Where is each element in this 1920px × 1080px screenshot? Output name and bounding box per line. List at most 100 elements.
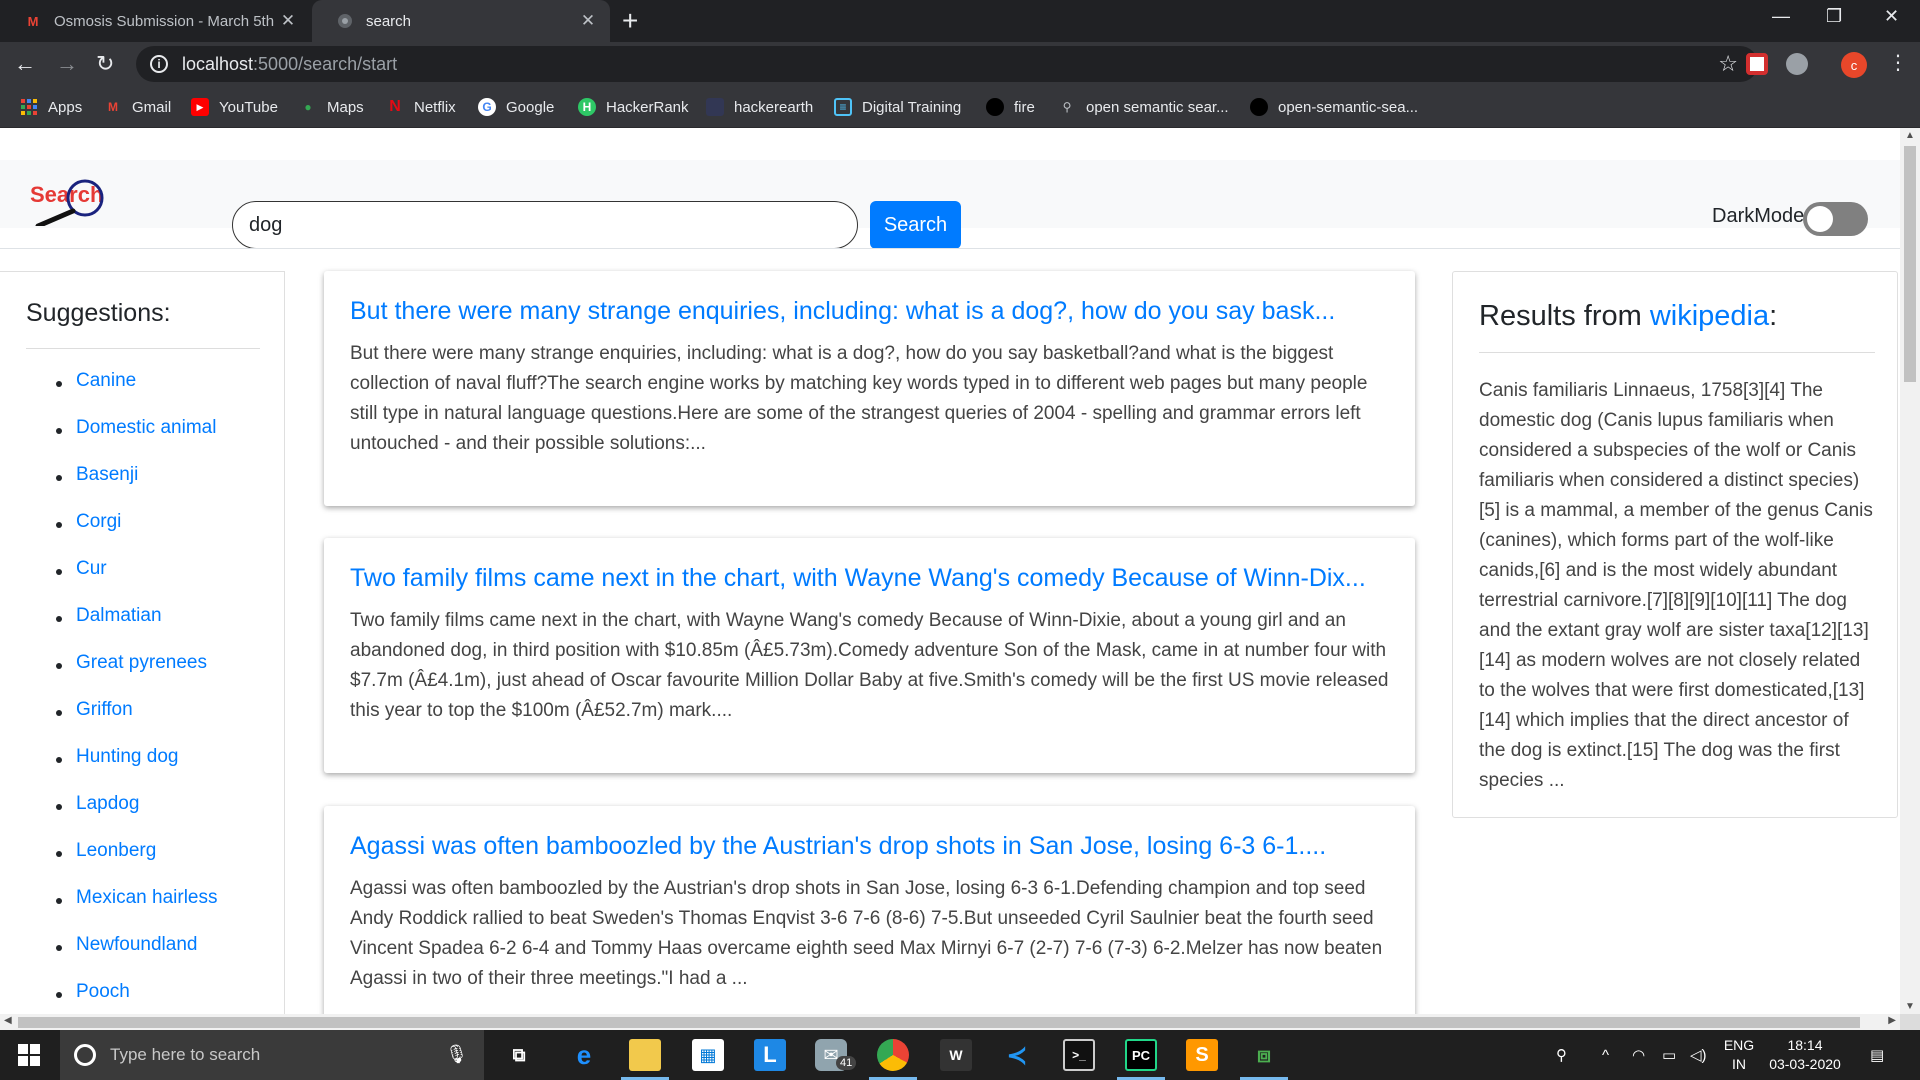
sublime-icon[interactable]: S — [1186, 1039, 1218, 1071]
suggestion-link[interactable]: Great pyrenees — [0, 652, 218, 699]
show-hidden-icons-chevron[interactable]: ^ — [1602, 1030, 1609, 1080]
suggestion-link[interactable]: Corgi — [0, 511, 218, 558]
bookmark-apps[interactable]: Apps — [20, 86, 82, 128]
bookmark-open-semantic-search[interactable]: ⚲ open semantic sear... — [1058, 86, 1229, 128]
store-icon[interactable]: ▦ — [692, 1039, 724, 1071]
new-tab-button[interactable]: + — [622, 6, 638, 36]
scroll-left-arrow-icon[interactable]: ◀ — [4, 1015, 12, 1026]
terminal-icon[interactable]: >_ — [1063, 1039, 1095, 1071]
horizontal-scroll-thumb[interactable] — [18, 1017, 1860, 1028]
suggestion-link[interactable]: Griffon — [0, 699, 218, 746]
menu-kebab-icon[interactable]: ⋮ — [1888, 50, 1908, 75]
network-app-icon[interactable]: ⧈ — [1248, 1039, 1280, 1071]
suggestion-link[interactable]: Dalmatian — [0, 605, 218, 652]
windows-taskbar: Type here to search 🎙 ⧉ e ▦ L ✉ 41 W ≺ >… — [0, 1030, 1920, 1080]
suggestion-link[interactable]: Leonberg — [0, 840, 218, 887]
vscode-icon[interactable]: ≺ — [1001, 1039, 1033, 1071]
chrome-icon[interactable] — [877, 1039, 909, 1071]
volume-icon[interactable]: ◁) — [1690, 1030, 1707, 1080]
result-card: Two family films came next in the chart,… — [324, 538, 1415, 773]
result-title-link[interactable]: But there were many strange enquiries, i… — [350, 295, 1389, 327]
bookmark-hackerearth[interactable]: hackerearth — [706, 86, 813, 128]
youtube-icon: ▶ — [191, 98, 209, 116]
bookmark-hackerrank[interactable]: H HackerRank — [578, 86, 689, 128]
result-snippet: Two family films came next in the chart,… — [350, 610, 1389, 721]
minimize-icon[interactable]: — — [1772, 6, 1790, 27]
close-tab-icon[interactable]: ✕ — [580, 11, 596, 31]
result-snippet: Agassi was often bamboozled by the Austr… — [350, 878, 1383, 989]
apps-grid-icon — [20, 98, 38, 116]
profile-avatar[interactable]: c — [1841, 52, 1867, 78]
app-w-icon[interactable]: W — [940, 1039, 972, 1071]
result-title-link[interactable]: Agassi was often bamboozled by the Austr… — [350, 830, 1389, 862]
suggestion-link[interactable]: Pooch — [0, 981, 218, 1014]
result-title-link[interactable]: Two family films came next in the chart,… — [350, 562, 1389, 594]
wifi-icon[interactable]: ◠ — [1632, 1030, 1645, 1080]
language-code: ENG — [1723, 1037, 1755, 1053]
suggestion-link[interactable]: Canine — [0, 370, 218, 417]
scroll-up-arrow-icon[interactable]: ▲ — [1905, 130, 1915, 141]
bookmarks-bar: Apps M Gmail ▶ YouTube ● Maps N Netflix … — [0, 86, 1920, 128]
bookmark-google[interactable]: G Google — [478, 86, 554, 128]
scroll-right-arrow-icon[interactable]: ▶ — [1888, 1015, 1896, 1026]
darkmode-toggle[interactable] — [1803, 202, 1868, 236]
system-clock[interactable]: 18:14 03-03-2020 — [1755, 1036, 1855, 1074]
url-bar[interactable]: i localhost:5000/search/start ☆ — [136, 46, 1758, 82]
bookmark-netflix[interactable]: N Netflix — [386, 86, 455, 128]
suggestion-link[interactable]: Newfoundland — [0, 934, 218, 981]
pycharm-icon[interactable]: PC — [1125, 1039, 1157, 1071]
search-input[interactable] — [232, 201, 858, 249]
suggestion-link[interactable]: Mexican hairless — [0, 887, 218, 934]
vertical-scrollbar[interactable]: ▲ ▼ — [1900, 128, 1920, 1014]
battery-icon[interactable]: ▭ — [1662, 1030, 1676, 1080]
suggestion-link[interactable]: Hunting dog — [0, 746, 218, 793]
site-navbar: Search Search DarkMode — [0, 160, 1900, 249]
suggestion-link[interactable]: Basenji — [0, 464, 218, 511]
taskbar-search-placeholder: Type here to search — [110, 1045, 261, 1064]
close-tab-icon[interactable]: ✕ — [280, 11, 296, 31]
darkmode-label: DarkMode — [1712, 205, 1805, 227]
bookmark-open-semantic-search-github[interactable]: open-semantic-sea... — [1250, 86, 1418, 128]
notifications-icon[interactable]: ▤ — [1870, 1030, 1884, 1080]
edge-icon[interactable]: e — [568, 1039, 600, 1071]
bookmark-maps[interactable]: ● Maps — [299, 86, 363, 128]
suggestion-link[interactable]: Lapdog — [0, 793, 218, 840]
info-icon[interactable]: i — [150, 55, 168, 73]
maps-pin-icon: ● — [304, 100, 312, 114]
region-code: IN — [1732, 1056, 1746, 1072]
extension-icon[interactable] — [1786, 53, 1808, 75]
bookmark-digital-training[interactable]: ≡ Digital Training — [834, 86, 961, 128]
scroll-down-arrow-icon[interactable]: ▼ — [1905, 1001, 1915, 1012]
globe-icon — [336, 12, 354, 30]
github-icon — [986, 98, 1004, 116]
horizontal-scrollbar[interactable]: ◀ ▶ — [0, 1014, 1900, 1030]
bookmark-gmail[interactable]: M Gmail — [104, 86, 171, 128]
reload-icon[interactable]: ↻ — [96, 51, 114, 77]
language-indicator[interactable]: ENG IN — [1720, 1036, 1758, 1074]
bookmark-star-icon[interactable]: ☆ — [1718, 51, 1738, 77]
search-button[interactable]: Search — [870, 201, 961, 249]
back-icon[interactable]: ← — [14, 51, 36, 77]
taskbar-search-box[interactable]: Type here to search 🎙 — [60, 1030, 484, 1080]
suggestion-link[interactable]: Cur — [0, 558, 218, 605]
microphone-icon[interactable]: 🎙 — [445, 1044, 468, 1065]
file-explorer-icon[interactable] — [629, 1039, 661, 1071]
wikipedia-link[interactable]: wikipedia — [1650, 300, 1769, 332]
forward-icon[interactable]: → — [56, 51, 78, 77]
people-icon[interactable]: ⚲ — [1556, 1030, 1567, 1080]
vertical-scroll-thumb[interactable] — [1904, 146, 1916, 382]
tab-search[interactable]: search ✕ — [312, 0, 610, 42]
bookmark-fire[interactable]: fire — [986, 86, 1035, 128]
window-close-icon[interactable]: ✕ — [1884, 6, 1899, 27]
tab-gmail[interactable]: M Osmosis Submission - March 5th ✕ — [0, 0, 310, 42]
pocket-extension-icon[interactable] — [1746, 53, 1768, 75]
suggestion-link[interactable]: Domestic animal — [0, 417, 218, 464]
wikipedia-summary: Canis familiaris Linnaeus, 1758[3][4] Th… — [1479, 380, 1873, 791]
search-logo[interactable]: Search — [28, 174, 146, 226]
bookmark-youtube[interactable]: ▶ YouTube — [191, 86, 278, 128]
task-view-icon[interactable]: ⧉ — [503, 1039, 535, 1071]
restore-icon[interactable]: ❐ — [1826, 6, 1842, 27]
tab-title: Osmosis Submission - March 5th — [54, 12, 275, 30]
launcher-l-icon[interactable]: L — [754, 1039, 786, 1071]
windows-start-icon[interactable] — [18, 1044, 40, 1066]
